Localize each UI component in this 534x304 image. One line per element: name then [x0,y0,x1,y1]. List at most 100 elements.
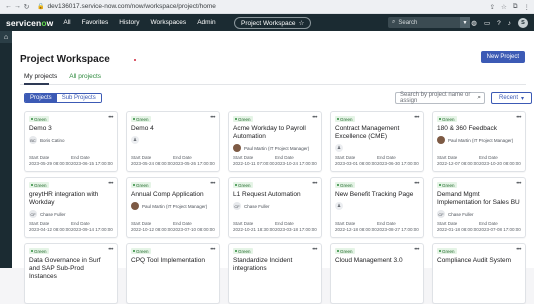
context-label: Project Workspace [241,20,295,27]
more-options-icon[interactable]: ••• [108,181,113,187]
more-options-icon[interactable]: ••• [108,115,113,121]
more-options-icon[interactable]: ••• [210,247,215,253]
search-icon: ⌕ [477,94,481,102]
status-text: Green [442,249,455,254]
more-options-icon[interactable]: ••• [210,181,215,187]
menu-icon[interactable]: ⋮ [524,3,531,11]
project-title[interactable]: Annual Comp Application [131,191,215,199]
more-options-icon[interactable]: ••• [108,247,113,253]
project-title[interactable]: Acme Workday to Payroll Automation [233,125,317,141]
start-date-value: 2023-05-29 08:00:00 [29,161,71,167]
address-bar[interactable]: 🔒 dev136017.service-now.com/now/workspac… [37,3,490,10]
main-content: Project Workspace New Project My project… [12,31,534,268]
project-title[interactable]: Data Governance in Surf and SAP Sub-Prod… [29,257,113,281]
user-avatar[interactable]: S [518,18,528,28]
start-date-value: 2022-10-11 07:00:00 [233,161,275,167]
project-dates: Start Date2022-10-21 18:30:00End Date202… [233,221,317,233]
project-card[interactable]: Green•••Standardize Incident integration… [228,243,322,304]
tabs-divider [20,84,526,85]
project-card[interactable]: Green•••Contract Management Excellence (… [330,111,424,172]
home-icon[interactable]: ⌂ [0,31,12,43]
status-text: Green [136,249,149,254]
project-card[interactable]: Green•••L1 Request AutomationCFChase Ful… [228,177,322,238]
project-title[interactable]: Demand Mgmt Implementation for Sales BU [437,191,521,207]
avatar: BC [29,136,37,144]
project-card[interactable]: Green ••• CPQ Tool Implementation [126,243,220,304]
bell-icon[interactable]: ♪ [508,20,511,27]
project-title[interactable]: New Benefit Tracking Page [335,191,419,199]
more-options-icon[interactable]: ••• [516,115,521,121]
project-card[interactable]: Green ••• Compliance Audit System [432,243,526,304]
project-dates: Start Date2023-05-24 08:00:00End Date202… [131,155,215,167]
more-options-icon[interactable]: ••• [312,115,317,121]
star-icon[interactable]: ☆ [501,3,507,11]
sort-label: Recent [499,95,518,101]
project-title[interactable]: CPQ Tool Implementation [131,257,215,265]
project-title[interactable]: L1 Request Automation [233,191,317,199]
project-card[interactable]: Green•••Demand Mgmt Implementation for S… [432,177,526,238]
start-date-value: 2022-10-21 18:30:00 [233,227,275,233]
status-text: Green [136,183,149,188]
status-badge: Green [131,248,151,254]
nav-favorites[interactable]: Favorites [82,19,109,26]
reload-icon[interactable]: ↻ [22,3,31,11]
chat-icon[interactable]: ▭ [484,19,490,27]
project-card[interactable]: Green•••Data Governance in Surf and SAP … [24,243,118,304]
chevron-down-icon[interactable]: ▼ [460,17,470,28]
sort-dropdown[interactable]: Recent ▾ [491,92,532,104]
more-options-icon[interactable]: ••• [516,181,521,187]
workspace-context-pill[interactable]: Project Workspace ☆ [234,17,311,29]
status-badge: Green [335,182,355,188]
nav-history[interactable]: History [119,19,139,26]
nav-workspaces[interactable]: Workspaces [151,19,187,26]
project-card[interactable]: Green•••Cloud Management 3.0 [330,243,424,304]
project-title[interactable]: Cloud Management 3.0 [335,257,419,265]
servicenow-logo[interactable]: servicenow [6,18,53,28]
help-icon[interactable]: ? [497,20,501,27]
project-title[interactable]: Demo 3 [29,125,113,133]
project-search-input[interactable]: Search by project name or assign ⌕ [395,92,485,104]
forward-icon[interactable]: → [13,3,22,10]
new-project-button[interactable]: New Project [481,51,525,63]
more-options-icon[interactable]: ••• [414,247,419,253]
project-card[interactable]: Green•••Acme Workday to Payroll Automati… [228,111,322,172]
segment-projects[interactable]: Projects [25,94,57,102]
globe-icon[interactable]: ◍ [471,19,477,27]
nav-admin[interactable]: Admin [197,19,215,26]
project-manager: CFChase Fuller [437,210,474,218]
segment-sub-projects[interactable]: Sub Projects [57,94,101,102]
star-icon[interactable]: ☆ [298,19,304,27]
project-title[interactable]: Standardize Incident integrations [233,257,317,273]
project-card[interactable]: Green•••Demo 4♟Start Date2023-05-24 08:0… [126,111,220,172]
more-options-icon[interactable]: ••• [414,181,419,187]
tab-all-projects[interactable]: All projects [69,73,101,80]
tab-my-projects[interactable]: My projects [24,73,57,80]
project-title[interactable]: Demo 4 [131,125,215,133]
more-options-icon[interactable]: ••• [312,247,317,253]
project-card[interactable]: Green•••Demo 3BCBoris CatinoStart Date20… [24,111,118,172]
nav-all[interactable]: All [63,19,70,26]
status-dot [31,184,33,186]
back-icon[interactable]: ← [4,3,13,10]
project-card[interactable]: Green•••greytHR integration with Workday… [24,177,118,238]
more-options-icon[interactable]: ••• [210,115,215,121]
project-title[interactable]: greytHR integration with Workday [29,191,113,207]
left-rail: ⌂ [0,31,12,268]
more-options-icon[interactable]: ••• [414,115,419,121]
project-card[interactable]: Green•••180 & 360 FeedbackPaul Martin (I… [432,111,526,172]
more-options-icon[interactable]: ••• [516,247,521,253]
share-icon[interactable]: ⇪ [490,3,495,11]
global-search[interactable]: ⌕ Search ▼ [388,17,470,28]
project-title[interactable]: Contract Management Excellence (CME) [335,125,419,141]
project-manager: ♟ [131,136,139,144]
project-card[interactable]: Green•••New Benefit Tracking Page♟Start … [330,177,424,238]
status-text: Green [442,117,455,122]
project-card[interactable]: Green•••Annual Comp ApplicationPaul Mart… [126,177,220,238]
project-title[interactable]: Compliance Audit System [437,257,521,265]
lock-icon: 🔒 [37,3,44,10]
project-title[interactable]: 180 & 360 Feedback [437,125,521,133]
extensions-icon[interactable]: ⧉ [513,3,518,11]
user-icon: ♟ [335,202,343,210]
status-dot [133,118,135,120]
more-options-icon[interactable]: ••• [312,181,317,187]
